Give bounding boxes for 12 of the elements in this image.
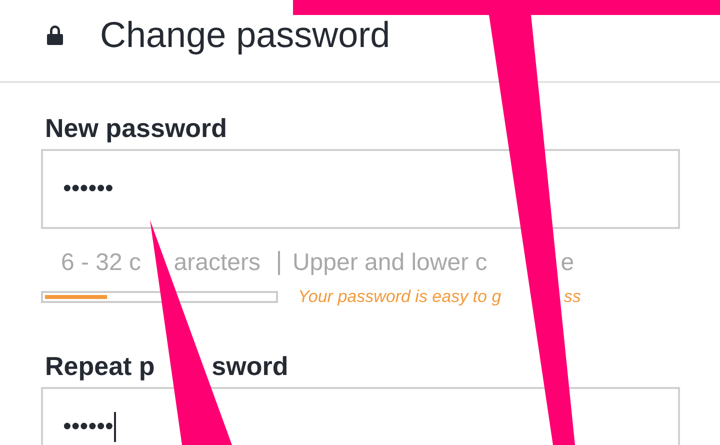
requirement-text: aracters <box>174 249 260 277</box>
lock-icon <box>46 24 64 46</box>
requirement-text: Upper and lower c <box>292 249 488 277</box>
strength-message: Your password is easy to g <box>298 287 502 307</box>
requirement-text: e <box>560 249 574 277</box>
password-field[interactable]: •••••• <box>41 149 680 229</box>
strength-message: ss <box>564 287 581 307</box>
field-label: New password <box>45 113 228 143</box>
field-label: sword <box>212 351 288 381</box>
field-label: Repeat p <box>45 351 155 381</box>
requirement-text: 6 - 32 c <box>61 249 142 277</box>
page-title: Change password <box>100 14 390 56</box>
